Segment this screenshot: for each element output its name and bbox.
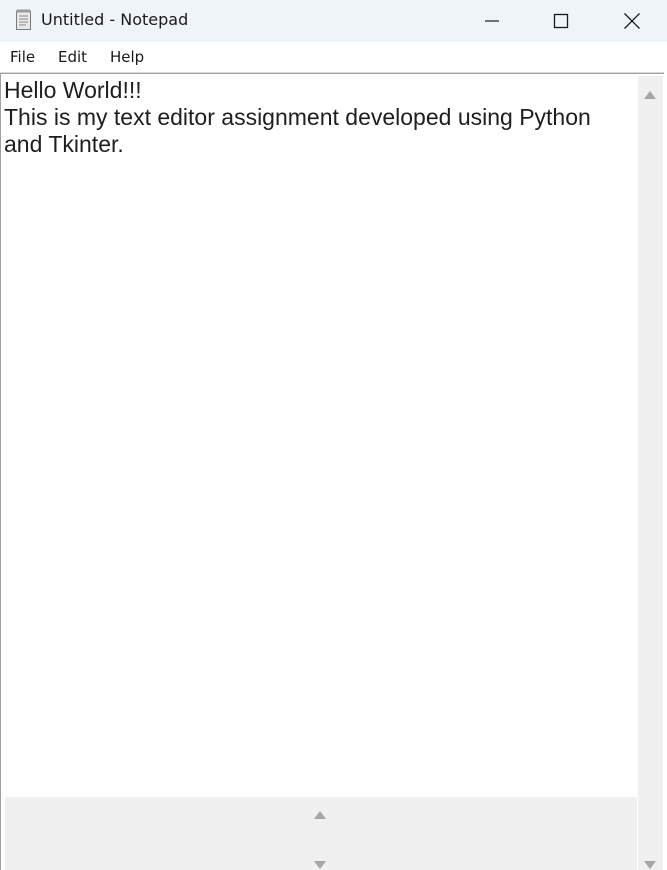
menu-bar: File Edit Help: [0, 42, 667, 73]
maximize-icon: [553, 13, 569, 29]
scroll-down-arrow-icon[interactable]: [314, 854, 326, 870]
scroll-up-arrow-icon[interactable]: [644, 84, 656, 103]
window-title: Untitled - Notepad: [41, 10, 189, 29]
notepad-icon: [15, 9, 33, 31]
title-bar[interactable]: Untitled - Notepad: [0, 0, 667, 42]
horizontal-scrollbar[interactable]: [5, 797, 637, 870]
menu-help[interactable]: Help: [110, 47, 144, 67]
minimize-icon: [484, 13, 500, 29]
scroll-up-arrow-icon[interactable]: [314, 804, 326, 823]
menu-file[interactable]: File: [10, 47, 35, 67]
close-icon: [623, 12, 641, 30]
editor-frame: Hello World!!! This is my text editor as…: [0, 73, 666, 870]
text-editor[interactable]: Hello World!!! This is my text editor as…: [4, 77, 636, 795]
vertical-scrollbar[interactable]: [638, 76, 663, 870]
scroll-down-arrow-icon[interactable]: [644, 854, 656, 870]
maximize-button[interactable]: [526, 0, 596, 42]
menu-edit[interactable]: Edit: [58, 47, 87, 67]
minimize-button[interactable]: [457, 0, 527, 42]
close-button[interactable]: [597, 0, 667, 42]
notepad-window: Untitled - Notepad File Edit Help Hello …: [0, 0, 667, 870]
